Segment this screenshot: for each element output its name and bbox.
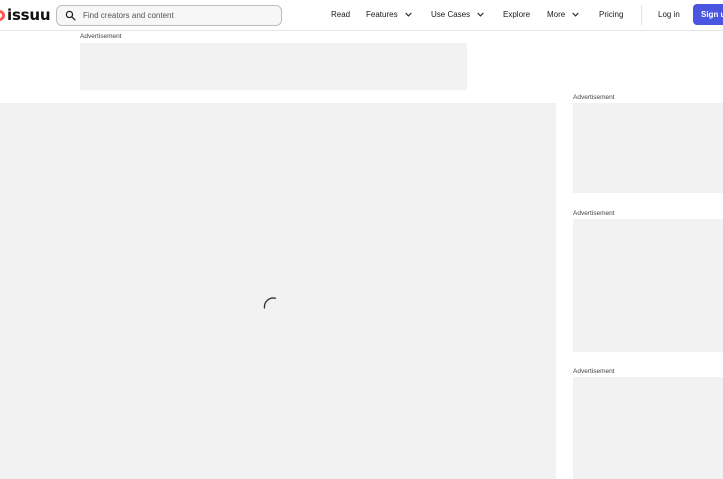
signup-label: Sign up [701, 10, 723, 19]
search-icon [65, 10, 76, 21]
nav-pricing[interactable]: Pricing [599, 10, 623, 19]
nav-features-label: Features [366, 10, 398, 19]
login-label: Log in [658, 10, 680, 19]
side-ad-slot-2[interactable] [573, 219, 723, 352]
nav-use-cases-label: Use Cases [431, 10, 471, 19]
loading-spinner-icon [263, 297, 277, 309]
search-input[interactable] [81, 10, 275, 21]
chevron-down-icon [572, 12, 579, 17]
login-link[interactable]: Log in [658, 10, 680, 19]
nav-use-cases[interactable]: Use Cases [431, 10, 484, 19]
issuu-logo-mark-icon [0, 9, 5, 21]
nav-explore-label: Explore [503, 10, 531, 19]
signup-button[interactable]: Sign up [693, 4, 723, 25]
side-ad-slot-1[interactable] [573, 103, 723, 193]
side-ad-label-2: Advertisement [573, 210, 615, 217]
top-ad-label: Advertisement [80, 33, 122, 40]
top-navigation-bar: issuu Read Features Use Cases Explore Mo… [0, 0, 723, 31]
nav-more-label: More [547, 10, 566, 19]
issuu-logo[interactable]: issuu [0, 6, 51, 24]
search-box[interactable] [56, 5, 282, 26]
nav-divider [641, 5, 642, 25]
chevron-down-icon [404, 12, 412, 17]
nav-features[interactable]: Features [366, 10, 412, 19]
chevron-down-icon [477, 12, 484, 17]
nav-explore[interactable]: Explore [503, 10, 530, 19]
top-ad-slot[interactable] [80, 43, 467, 90]
nav-read-label: Read [331, 10, 351, 19]
nav-pricing-label: Pricing [599, 10, 624, 19]
nav-more[interactable]: More [547, 10, 579, 19]
side-ad-label-1: Advertisement [573, 94, 615, 101]
nav-read[interactable]: Read [331, 10, 350, 19]
side-ad-label-3: Advertisement [573, 368, 615, 375]
document-viewer-placeholder [0, 103, 556, 479]
issuu-logo-text: issuu [7, 6, 51, 24]
side-ad-slot-3[interactable] [573, 377, 723, 479]
